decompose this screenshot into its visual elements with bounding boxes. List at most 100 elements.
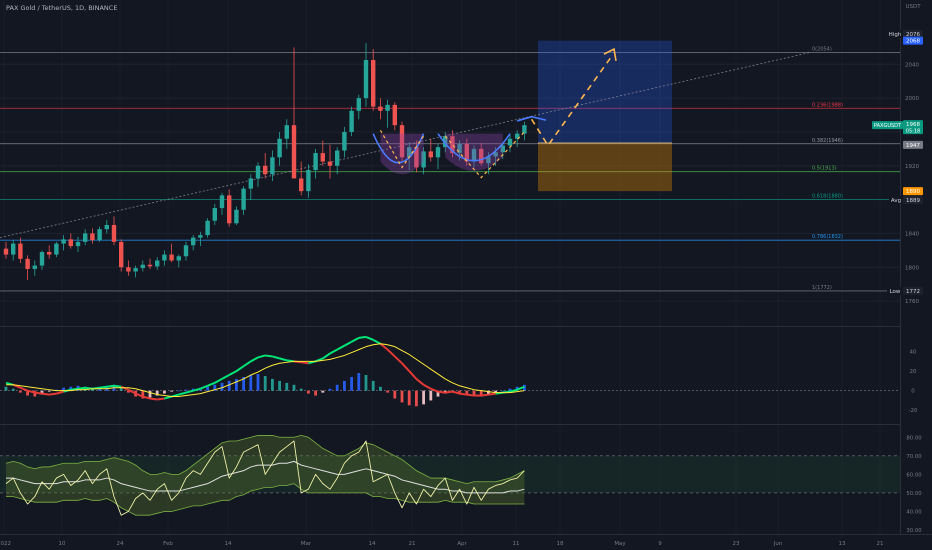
macd-histogram-bar bbox=[415, 390, 418, 407]
macd-histogram-bar bbox=[177, 390, 181, 392]
candle-body bbox=[371, 60, 376, 107]
macd-histogram-bar bbox=[393, 390, 397, 399]
macd-line-segment bbox=[488, 392, 496, 396]
price-tick-label: 1800 bbox=[905, 265, 919, 271]
candle-body bbox=[270, 157, 275, 175]
candle-body bbox=[119, 241, 124, 268]
candle-body bbox=[111, 224, 117, 242]
macd-histogram-bar bbox=[357, 373, 361, 391]
rsi-tick-label: 30.00 bbox=[906, 528, 922, 534]
candle-body bbox=[155, 260, 160, 267]
candle-body bbox=[263, 165, 268, 175]
macd-line-segment bbox=[481, 393, 489, 397]
candle-body bbox=[306, 170, 311, 192]
candle-body bbox=[39, 252, 45, 266]
target-zone[interactable] bbox=[538, 40, 672, 143]
price-tick-label: 1840 bbox=[905, 231, 919, 237]
candle-body bbox=[183, 245, 189, 257]
macd-histogram-bar bbox=[379, 386, 382, 391]
macd-histogram-bar bbox=[206, 386, 209, 391]
candle-body bbox=[435, 147, 441, 158]
candle-body bbox=[234, 209, 239, 224]
rsi-tick-label: 80.00 bbox=[906, 435, 922, 441]
macd-histogram-bar bbox=[278, 380, 281, 391]
macd-line-segment bbox=[157, 397, 165, 401]
candle-body bbox=[68, 239, 73, 247]
macd-line-segment bbox=[445, 390, 453, 394]
macd-histogram-bar bbox=[321, 390, 325, 393]
time-tick-label: Feb bbox=[163, 541, 173, 547]
avg-value-tag: 1889 bbox=[906, 198, 920, 204]
candle-body bbox=[147, 264, 153, 267]
time-tick-label: 23 bbox=[733, 541, 740, 547]
macd-line-segment bbox=[459, 392, 467, 396]
candle-body bbox=[227, 195, 232, 224]
candle-body bbox=[162, 254, 167, 261]
macd-line-segment bbox=[113, 384, 122, 388]
low-label: Low bbox=[890, 289, 901, 295]
candle-body bbox=[277, 138, 282, 158]
fib-level-label: 0.382(1946) bbox=[812, 138, 843, 144]
candle-body bbox=[356, 98, 361, 111]
candle-body bbox=[327, 161, 333, 166]
time-tick-label: 13 bbox=[839, 541, 846, 547]
macd-line-segment bbox=[358, 335, 367, 339]
macd-histogram-bar bbox=[148, 390, 152, 398]
candle-body bbox=[126, 267, 131, 272]
candle-body bbox=[212, 208, 217, 221]
price-tick-label: 1760 bbox=[905, 299, 919, 305]
macd-histogram-bar bbox=[335, 384, 339, 391]
currency-label[interactable]: USDT bbox=[905, 4, 921, 10]
stop-zone[interactable] bbox=[538, 142, 672, 192]
time-tick-label: 2022 bbox=[0, 541, 11, 547]
long-position-tool[interactable] bbox=[538, 40, 672, 192]
candle-body bbox=[32, 265, 37, 269]
macd-histogram-bar bbox=[386, 390, 389, 393]
candle-body bbox=[392, 104, 397, 126]
macd-histogram-bar bbox=[220, 382, 224, 391]
high-label: High bbox=[889, 32, 902, 38]
macd-line-segment bbox=[265, 354, 273, 358]
macd-histogram-bar bbox=[227, 380, 231, 391]
macd-histogram-bar bbox=[47, 390, 51, 392]
macd-line-segment bbox=[41, 392, 50, 396]
macd-histogram-bar bbox=[170, 390, 173, 392]
macd-histogram-bar bbox=[19, 390, 22, 393]
rsi-tick-label: 70.00 bbox=[906, 454, 922, 460]
macd-histogram-bar bbox=[11, 388, 15, 391]
fib-level-label: 0(2054) bbox=[812, 46, 832, 52]
macd-histogram-bar bbox=[163, 390, 166, 394]
macd-histogram-bar bbox=[307, 390, 310, 394]
macd-histogram-bar bbox=[235, 378, 238, 391]
time-tick-label: 11 bbox=[513, 541, 520, 547]
trading-chart[interactable]: 0(2054) 0.236(1988) 0.382(1946) 0.5(1913) 0.… bbox=[0, 0, 932, 550]
time-tick-label: 14 bbox=[225, 541, 232, 547]
candle-body bbox=[378, 106, 383, 111]
candle-body bbox=[61, 239, 66, 244]
fib-level-label: 0.5(1913) bbox=[812, 166, 837, 172]
macd-histogram-bar bbox=[263, 376, 267, 391]
candle-body bbox=[191, 237, 196, 246]
fib-level-label: 1(1772) bbox=[812, 285, 832, 291]
macd-histogram-bar bbox=[285, 382, 289, 391]
macd-line-segment bbox=[466, 393, 475, 397]
last-price: 1968 bbox=[906, 122, 920, 128]
candle-body bbox=[47, 252, 52, 255]
time-tick-label: 14 bbox=[369, 541, 376, 547]
candle-body bbox=[284, 125, 289, 139]
candle-body bbox=[11, 243, 16, 255]
time-tick-label: 18 bbox=[557, 541, 564, 547]
candle-body bbox=[522, 125, 527, 134]
candle-body bbox=[507, 138, 513, 146]
macd-histogram-bar bbox=[350, 376, 353, 391]
macd-histogram-bar bbox=[501, 390, 505, 392]
symbol-title: PAX Gold / TetherUS, 1D, BINANCE bbox=[6, 4, 117, 12]
candle-body bbox=[54, 243, 59, 255]
candle-body bbox=[133, 268, 138, 272]
macd-histogram-bar bbox=[364, 375, 368, 391]
price-tick-label: 2000 bbox=[905, 96, 919, 102]
time-tick-label: Mar bbox=[301, 541, 312, 547]
macd-line-segment bbox=[99, 385, 107, 389]
price-tick-label: 2040 bbox=[905, 62, 919, 68]
candle-body bbox=[3, 248, 9, 255]
